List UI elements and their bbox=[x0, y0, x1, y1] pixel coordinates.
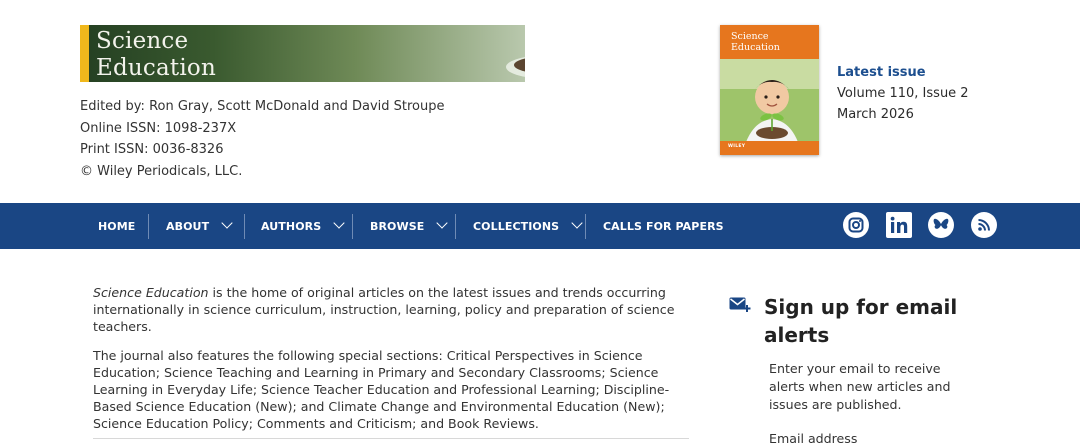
nav-home-label: HOME bbox=[98, 219, 136, 233]
nav-authors-label: AUTHORS bbox=[261, 219, 322, 233]
editors-text: Edited by: Ron Gray, Scott McDonald and … bbox=[80, 99, 445, 114]
journal-banner[interactable]: Science Education bbox=[80, 25, 525, 82]
nav-calls-label: CALLS FOR PAPERS bbox=[603, 219, 724, 233]
nav-divider bbox=[148, 214, 149, 239]
intro-journal-name: Science Education bbox=[93, 285, 209, 300]
journal-cover[interactable]: Science Education WILEY bbox=[720, 25, 819, 155]
linkedin-icon[interactable] bbox=[886, 212, 912, 238]
nav-about[interactable]: ABOUT bbox=[166, 203, 233, 249]
copyright-text: © Wiley Periodicals, LLC. bbox=[80, 164, 243, 180]
latest-date: March 2026 bbox=[837, 107, 914, 122]
main-nav: HOME ABOUT AUTHORS BROWSE COLLECTIONS CA… bbox=[0, 203, 1080, 249]
email-address-label: Email address bbox=[769, 431, 858, 446]
instagram-icon[interactable] bbox=[843, 212, 869, 238]
latest-issue-link[interactable]: Latest issue bbox=[837, 65, 926, 80]
cover-title-line1: Science bbox=[731, 31, 769, 42]
sections-paragraph: The journal also features the following … bbox=[93, 348, 670, 431]
journal-description: Science Education is the home of origina… bbox=[93, 284, 693, 444]
petri-dish-illustration bbox=[506, 57, 525, 77]
nav-collections-label: COLLECTIONS bbox=[473, 219, 560, 233]
email-alerts-description: Enter your email to receive alerts when … bbox=[769, 361, 951, 412]
nav-home[interactable]: HOME bbox=[98, 203, 135, 249]
banner-stripe bbox=[80, 25, 89, 82]
cover-photo bbox=[720, 59, 819, 155]
chevron-down-icon bbox=[221, 217, 233, 229]
chevron-down-icon bbox=[571, 217, 583, 229]
content-divider bbox=[93, 438, 689, 439]
nav-about-label: ABOUT bbox=[166, 219, 210, 233]
nav-collections[interactable]: COLLECTIONS bbox=[473, 203, 583, 249]
email-alerts-title: Sign up for email alerts bbox=[764, 295, 958, 347]
nav-browse-label: BROWSE bbox=[370, 219, 425, 233]
mail-plus-icon bbox=[729, 297, 751, 312]
cover-title: Science Education bbox=[731, 31, 780, 53]
print-issn: Print ISSN: 0036-8326 bbox=[80, 142, 224, 158]
cover-publisher: WILEY bbox=[728, 144, 746, 149]
chevron-down-icon bbox=[333, 217, 345, 229]
cover-title-line2: Education bbox=[731, 42, 780, 53]
latest-issue-block: Latest issue Volume 110, Issue 2 March 2… bbox=[837, 62, 969, 125]
nav-divider bbox=[585, 214, 586, 239]
banner-title-line1: Science bbox=[96, 28, 189, 54]
nav-divider bbox=[455, 214, 456, 239]
nav-calls-for-papers[interactable]: CALLS FOR PAPERS bbox=[603, 203, 724, 249]
nav-divider bbox=[352, 214, 353, 239]
nav-authors[interactable]: AUTHORS bbox=[261, 203, 345, 249]
bluesky-icon[interactable] bbox=[928, 212, 954, 238]
rss-icon[interactable] bbox=[971, 212, 997, 238]
chevron-down-icon bbox=[436, 217, 449, 229]
intro-paragraph: Science Education is the home of origina… bbox=[93, 284, 693, 335]
latest-volume: Volume 110, Issue 2 bbox=[837, 86, 969, 101]
journal-meta: Edited by: Ron Gray, Scott McDonald and … bbox=[80, 96, 445, 183]
banner-title-line2: Education bbox=[96, 55, 216, 81]
nav-divider bbox=[244, 214, 245, 239]
online-issn: Online ISSN: 1098-237X bbox=[80, 120, 237, 136]
nav-browse[interactable]: BROWSE bbox=[370, 203, 449, 249]
